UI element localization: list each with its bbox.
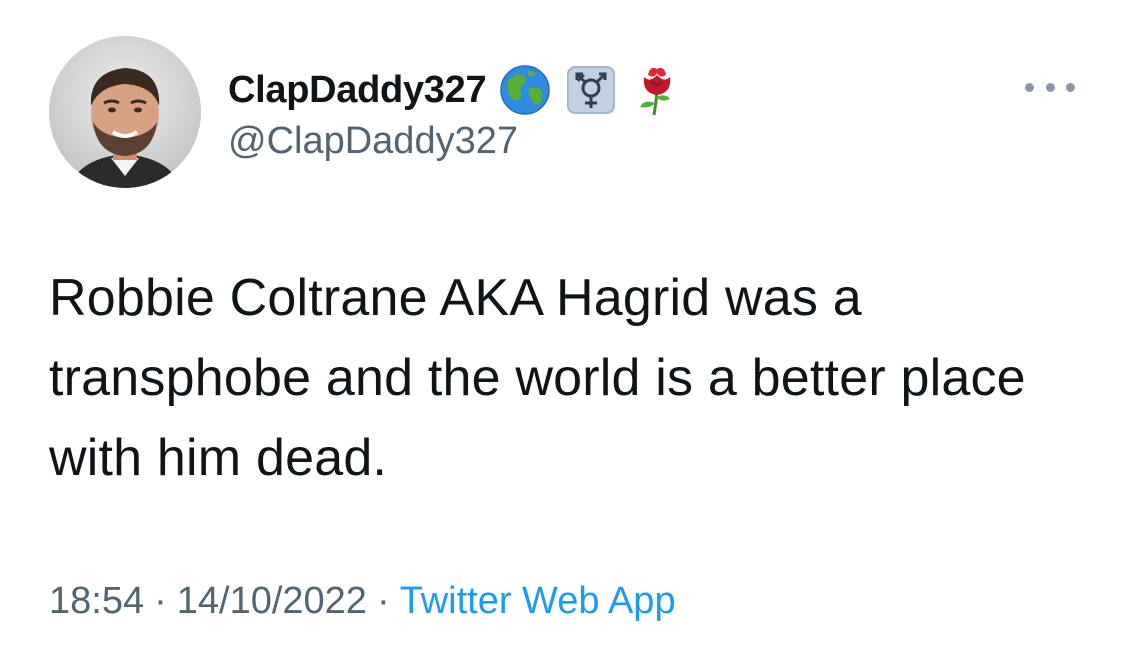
globe-icon — [498, 63, 552, 117]
tweet-source-link[interactable]: Twitter Web App — [400, 580, 676, 622]
tweet-metadata: 18:54 · 14/10/2022 · Twitter Web App — [49, 580, 676, 623]
display-name[interactable]: ClapDaddy327 — [228, 69, 487, 112]
more-options-icon[interactable] — [1025, 74, 1075, 100]
meta-separator: · — [154, 580, 167, 622]
name-row: ClapDaddy327 — [228, 62, 684, 118]
tweet-time[interactable]: 18:54 — [49, 580, 144, 622]
transgender-symbol-icon — [564, 63, 618, 117]
tweet-card: ClapDaddy327 @ClapDaddy327 Robbie Coltra… — [0, 0, 1125, 650]
more-dot — [1025, 82, 1034, 92]
more-dot — [1066, 82, 1075, 92]
avatar-photo — [49, 36, 201, 188]
more-dot — [1045, 82, 1055, 92]
tweet-date[interactable]: 14/10/2022 — [177, 580, 367, 622]
avatar[interactable] — [49, 36, 201, 188]
tweet-text: Robbie Coltrane AKA Hagrid was a transph… — [49, 269, 1026, 487]
user-handle[interactable]: @ClapDaddy327 — [228, 120, 518, 163]
rose-icon — [630, 63, 684, 117]
meta-separator: · — [376, 580, 390, 622]
